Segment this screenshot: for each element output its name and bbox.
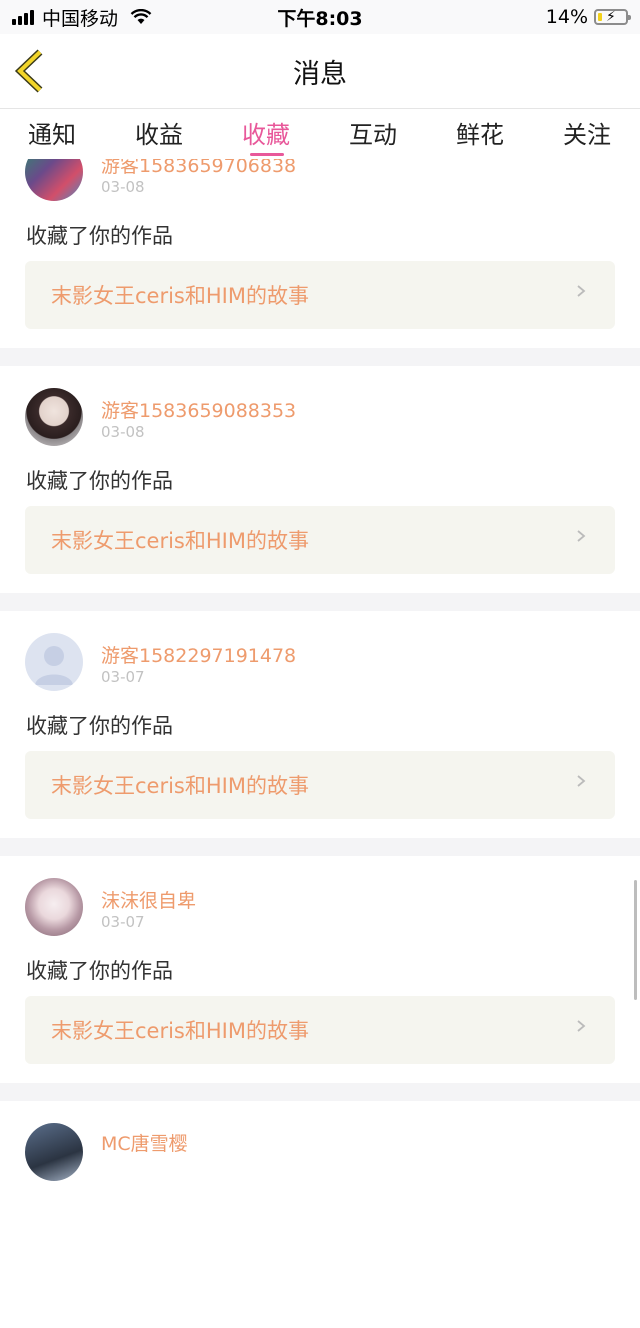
avatar[interactable] [25,388,83,446]
action-text: 收藏了你的作品 [26,714,173,738]
work-title: 末影女王ceris和HIM的故事 [51,1019,309,1043]
work-title: 末影女王ceris和HIM的故事 [51,529,309,553]
work-link[interactable]: 末影女王ceris和HIM的故事 [25,261,615,329]
date: 03-08 [101,423,145,441]
list-item: 游客1582297191478 03-07 收藏了你的作品 末影女王ceris和… [0,611,640,838]
nav-bar: 消息 [0,34,640,109]
active-tab-indicator [250,153,284,156]
action-text: 收藏了你的作品 [26,224,173,248]
battery-icon: ⚡ [594,9,631,25]
work-link[interactable]: 末影女王ceris和HIM的故事 [25,996,615,1064]
avatar[interactable] [25,878,83,936]
date: 03-08 [101,178,145,196]
list-item: MC唐雪樱 [0,1101,640,1328]
chevron-right-icon [577,775,586,787]
default-user-icon [35,646,73,685]
action-text: 收藏了你的作品 [26,469,173,493]
chevron-right-icon [577,530,586,542]
username[interactable]: MC唐雪樱 [101,1129,188,1156]
status-bar: 中国移动 下午8:03 14% ⚡ [0,0,640,34]
chevron-right-icon [577,285,586,297]
username[interactable]: 游客1582297191478 [101,641,296,668]
action-text: 收藏了你的作品 [26,959,173,983]
chevron-right-icon [577,1020,586,1032]
page-title: 消息 [293,58,347,90]
tab-bar: 通知 收益 收藏 互动 鲜花 关注 [0,109,640,159]
avatar[interactable] [25,1123,83,1181]
avatar[interactable] [25,633,83,691]
date: 03-07 [101,913,145,931]
work-title: 末影女王ceris和HIM的故事 [51,774,309,798]
list-item: 游客1583659088353 03-08 收藏了你的作品 末影女王ceris和… [0,366,640,593]
tab-interactions[interactable]: 互动 [338,115,408,150]
tab-earnings[interactable]: 收益 [124,115,194,150]
username[interactable]: 游客1583659088353 [101,396,296,423]
work-link[interactable]: 末影女王ceris和HIM的故事 [25,751,615,819]
scrollbar[interactable] [634,880,637,1000]
tab-notifications[interactable]: 通知 [17,115,87,150]
username[interactable]: 沫沫很自卑 [101,886,196,913]
status-time: 下午8:03 [277,7,363,30]
tab-following[interactable]: 关注 [552,115,622,150]
work-link[interactable]: 末影女王ceris和HIM的故事 [25,506,615,574]
tab-flowers[interactable]: 鲜花 [445,115,515,150]
tab-favorites[interactable]: 收藏 [231,115,301,150]
work-title: 末影女王ceris和HIM的故事 [51,284,309,308]
date: 03-07 [101,668,145,686]
battery-percent: 14% [545,6,588,28]
list-item: 沫沫很自卑 03-07 收藏了你的作品 末影女王ceris和HIM的故事 [0,856,640,1083]
